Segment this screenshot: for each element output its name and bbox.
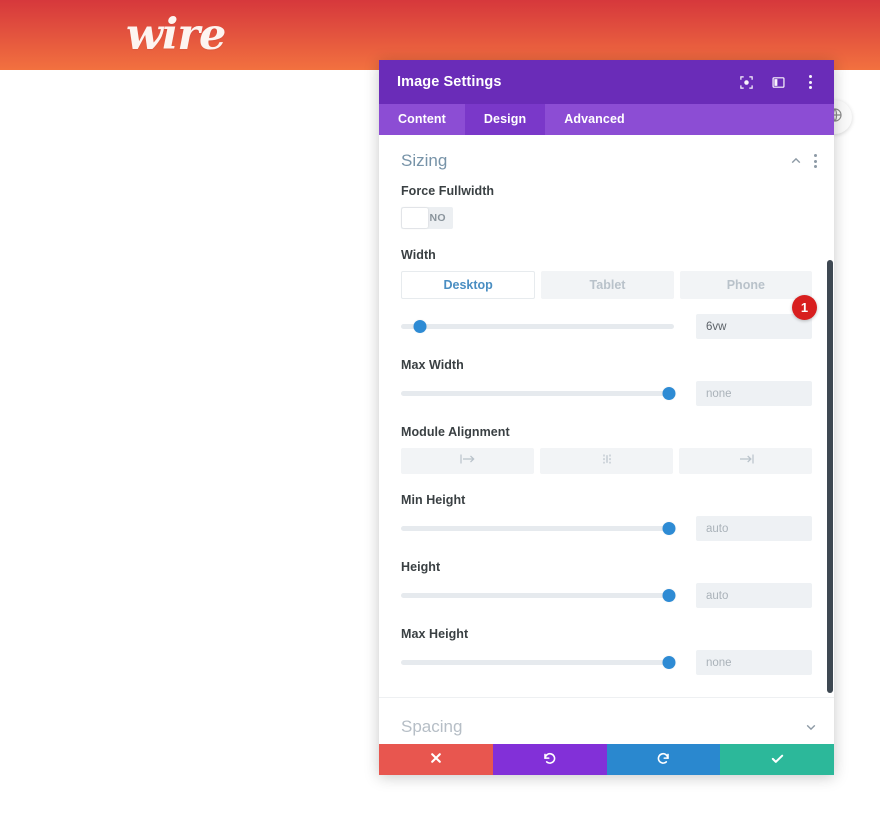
- modal-body: Sizing Force Fullwidth NO Width Desktop …: [379, 135, 834, 744]
- max-width-slider-track: [401, 391, 674, 396]
- section-spacing-header[interactable]: Spacing: [379, 698, 834, 744]
- min-height-label: Min Height: [401, 493, 466, 507]
- section-sizing-body: Force Fullwidth NO Width Desktop Tablet …: [379, 184, 834, 697]
- width-slider[interactable]: [401, 318, 674, 336]
- max-height-slider-handle[interactable]: [662, 656, 676, 669]
- field-min-height: Min Height auto: [401, 493, 812, 541]
- site-logo[interactable]: wire: [126, 8, 226, 62]
- section-sizing-actions: [789, 154, 817, 168]
- max-height-slider[interactable]: [401, 654, 676, 672]
- section-spacing-title: Spacing: [401, 717, 463, 736]
- cancel-button[interactable]: [379, 744, 493, 775]
- force-fullwidth-label: Force Fullwidth: [401, 184, 495, 198]
- height-label: Height: [401, 560, 441, 574]
- max-width-value-input[interactable]: none: [696, 381, 812, 406]
- undo-arrow-icon: [542, 751, 557, 769]
- width-label: Width: [401, 248, 436, 262]
- kebab-dots: [809, 75, 812, 89]
- section-sizing-more-icon[interactable]: [814, 154, 817, 168]
- min-height-slider-track: [401, 526, 674, 531]
- field-force-fullwidth: Force Fullwidth NO: [401, 184, 812, 229]
- max-width-range-row: none: [401, 381, 812, 406]
- undo-button[interactable]: [492, 744, 607, 775]
- save-button[interactable]: [720, 744, 834, 775]
- height-value-input[interactable]: auto: [696, 583, 812, 608]
- max-width-slider-handle[interactable]: [662, 387, 676, 400]
- min-height-range-row: auto: [401, 516, 812, 541]
- modal-header: Image Settings: [379, 60, 834, 104]
- settings-scroll-area: Sizing Force Fullwidth NO Width Desktop …: [379, 135, 834, 744]
- field-max-height: Max Height none: [401, 627, 812, 675]
- step-badge-1: 1: [792, 295, 817, 320]
- force-fullwidth-toggle[interactable]: NO: [401, 207, 453, 229]
- align-left-button[interactable]: [401, 448, 534, 474]
- toggle-knob: [402, 208, 428, 228]
- focus-target-icon[interactable]: [737, 73, 756, 92]
- min-height-slider-handle[interactable]: [662, 522, 676, 535]
- section-spacing: Spacing: [379, 698, 834, 744]
- toggle-value-label: NO: [429, 212, 446, 224]
- min-height-value-input[interactable]: auto: [696, 516, 812, 541]
- split-layout-icon[interactable]: [769, 73, 788, 92]
- max-height-label: Max Height: [401, 627, 469, 641]
- device-tab-tablet[interactable]: Tablet: [541, 271, 674, 299]
- min-height-slider[interactable]: [401, 520, 676, 538]
- close-x-icon: [429, 751, 443, 768]
- force-fullwidth-toggle-wrap: NO: [401, 207, 812, 229]
- align-center-button[interactable]: [540, 448, 673, 474]
- redo-button[interactable]: [606, 744, 721, 775]
- image-settings-modal: Image Settings Content Design Advanced S…: [379, 60, 834, 775]
- align-center-icon: [596, 452, 618, 470]
- redo-arrow-icon: [656, 751, 671, 769]
- max-width-slider[interactable]: [401, 385, 676, 403]
- chevron-down-icon-spacing[interactable]: [804, 721, 817, 734]
- modal-footer: [379, 744, 834, 775]
- height-slider[interactable]: [401, 587, 676, 605]
- width-value-input[interactable]: 6vw: [696, 314, 812, 339]
- field-max-width: Max Width none: [401, 358, 812, 406]
- height-slider-handle[interactable]: [662, 589, 676, 602]
- height-range-row: auto: [401, 583, 812, 608]
- max-height-slider-track: [401, 660, 674, 665]
- page-root: wire Image Settings Content Design Advan…: [0, 0, 880, 823]
- modal-tab-bar: Content Design Advanced: [379, 104, 834, 135]
- chevron-up-icon[interactable]: [789, 155, 802, 168]
- field-width: Width Desktop Tablet Phone 6vw: [401, 248, 812, 339]
- field-height: Height auto: [401, 560, 812, 608]
- tab-content[interactable]: Content: [379, 104, 465, 135]
- tab-design[interactable]: Design: [464, 104, 546, 135]
- section-sizing: Sizing Force Fullwidth NO Width Desktop …: [379, 135, 834, 698]
- align-right-button[interactable]: [679, 448, 812, 474]
- max-width-label: Max Width: [401, 358, 464, 372]
- width-slider-handle[interactable]: [413, 320, 427, 333]
- width-range-row: 6vw: [401, 314, 812, 339]
- device-tab-desktop[interactable]: Desktop: [401, 271, 536, 299]
- section-sizing-title: Sizing: [401, 151, 448, 170]
- settings-scrollbar[interactable]: [827, 260, 833, 693]
- tab-advanced[interactable]: Advanced: [545, 104, 644, 135]
- module-alignment-label: Module Alignment: [401, 425, 510, 439]
- modal-title: Image Settings: [397, 74, 502, 90]
- align-right-icon: [735, 452, 757, 470]
- width-device-tabs: Desktop Tablet Phone: [401, 271, 812, 299]
- more-options-icon[interactable]: [801, 73, 820, 92]
- max-height-range-row: none: [401, 650, 812, 675]
- height-slider-track: [401, 593, 674, 598]
- module-alignment-options: [401, 448, 812, 474]
- field-module-alignment: Module Alignment: [401, 425, 812, 474]
- align-left-icon: [457, 452, 479, 470]
- device-tab-phone[interactable]: Phone: [679, 271, 812, 299]
- checkmark-icon: [770, 751, 785, 769]
- max-height-value-input[interactable]: none: [696, 650, 812, 675]
- modal-header-actions: [737, 73, 820, 92]
- width-slider-track: [401, 324, 674, 329]
- section-sizing-header[interactable]: Sizing: [379, 135, 834, 184]
